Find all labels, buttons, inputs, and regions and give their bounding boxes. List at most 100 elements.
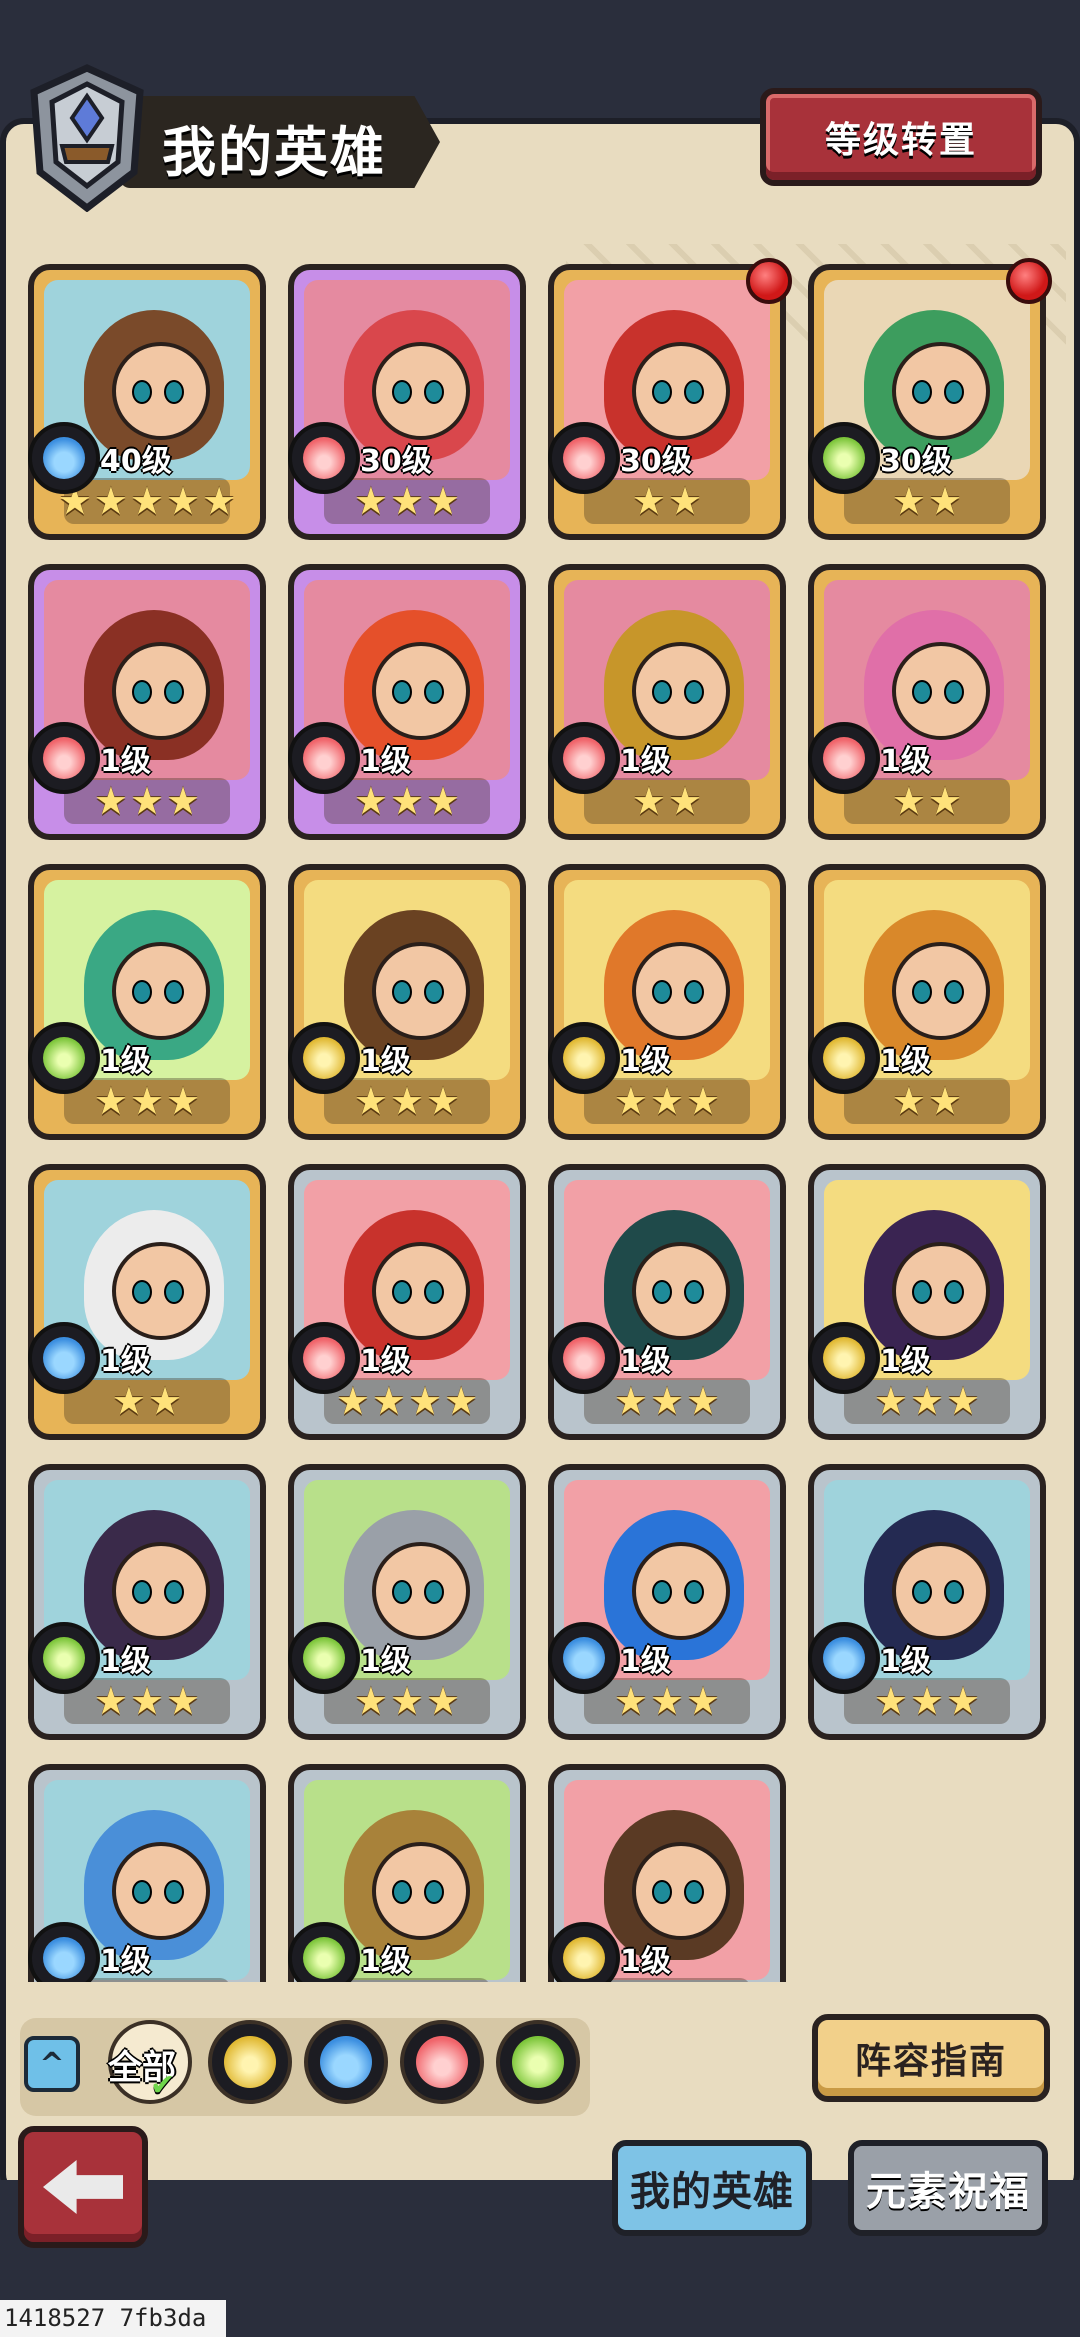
star-icon: ★ <box>873 1379 908 1423</box>
hero-eye <box>912 980 932 1004</box>
helmet-icon <box>30 64 144 212</box>
water-element-icon <box>28 422 100 494</box>
filter-water-button[interactable] <box>304 2020 388 2104</box>
tab-element-blessing[interactable]: 元素祝福 <box>848 2140 1048 2236</box>
hero-eye <box>392 1880 412 1904</box>
hero-card[interactable]: 1级 <box>548 1764 786 1982</box>
back-button[interactable] <box>18 2126 148 2248</box>
star-rating: ★ ★ ★ <box>584 1378 750 1424</box>
hero-card[interactable]: ★ ★ ★ 1级 <box>28 564 266 840</box>
star-rating: ★ ★ ★ <box>584 1078 750 1124</box>
hero-card[interactable]: ★ ★ 1级 <box>808 864 1046 1140</box>
hero-level: 1级 <box>100 1344 151 1379</box>
hero-eye <box>392 680 412 704</box>
star-rating: ★ ★ ★ ★ ★ <box>58 478 236 524</box>
hero-card[interactable]: ★ ★ ★ 1级 <box>548 1164 786 1440</box>
wind-element-icon <box>288 1622 360 1694</box>
star-icon: ★ <box>353 1679 388 1723</box>
star-rating: ★ ★ ★ <box>844 1378 1010 1424</box>
element-core <box>303 1037 345 1079</box>
hero-card[interactable]: ★ ★ 1级 <box>28 1164 266 1440</box>
hero-face <box>892 942 990 1040</box>
hero-card[interactable]: ★ ★ ★ 1级 <box>28 1464 266 1740</box>
hero-card[interactable]: ★ ★ ★ 1级 <box>808 1464 1046 1740</box>
hero-face <box>112 642 210 740</box>
star-icon: ★ <box>93 1679 128 1723</box>
hero-eye <box>652 1580 672 1604</box>
star-icon: ★ <box>928 779 963 823</box>
hero-card[interactable]: ★ ★ 30级 <box>548 258 792 540</box>
hero-eye <box>944 680 964 704</box>
hero-level: 1级 <box>360 1044 411 1079</box>
hero-card[interactable]: ★ ★ 1级 <box>548 564 786 840</box>
hero-eye <box>684 980 704 1004</box>
hero-eye <box>912 1580 932 1604</box>
hero-grid: ★ ★ ★ ★ ★ 40级 ★ ★ ★ 30级 ★ ★ 30级 ★ ★ 30级 ★ ★ ★ 1级 ★ ★ ★ 1级 ★ ★ 1级 ★ ★… <box>0 250 1080 1982</box>
hero-card[interactable]: ★ ★ ★ 1级 <box>28 864 266 1140</box>
hero-card[interactable]: ★ ★ ★ 1级 <box>288 564 526 840</box>
wind-element-icon <box>512 2036 564 2088</box>
hero-eye <box>132 380 152 404</box>
hero-card[interactable]: ★ ★ 1级 <box>808 564 1046 840</box>
star-rating: ★ ★ <box>844 1078 1010 1124</box>
hero-card[interactable]: ★ ★ ★ 1级 <box>288 1464 526 1740</box>
star-icon: ★ <box>631 479 666 523</box>
hero-card[interactable]: ★ ★ ★ 1级 <box>288 864 526 1140</box>
earth-element-icon <box>808 1022 880 1094</box>
hero-eye <box>912 380 932 404</box>
hero-eye <box>392 980 412 1004</box>
star-icon: ★ <box>891 1079 926 1123</box>
hero-eye <box>424 380 444 404</box>
hero-eye <box>944 380 964 404</box>
star-icon: ★ <box>649 1079 685 1123</box>
hero-eye <box>684 1880 704 1904</box>
star-icon: ★ <box>873 1679 908 1723</box>
star-icon: ★ <box>613 1679 648 1723</box>
collapse-toggle-button[interactable]: ^ <box>24 2036 80 2092</box>
hero-level: 1级 <box>620 1344 671 1379</box>
star-icon: ★ <box>166 479 201 523</box>
hero-face <box>632 642 730 740</box>
hero-eye <box>132 1280 152 1304</box>
hero-card[interactable]: ★ ★ ★ 1级 <box>808 1164 1046 1440</box>
element-core <box>563 437 605 479</box>
hero-face <box>112 1242 210 1340</box>
fire-element-icon <box>548 422 620 494</box>
level-reset-button[interactable]: 等级转置 <box>760 88 1042 186</box>
star-rating: ★ ★ <box>584 778 750 824</box>
star-icon: ★ <box>353 1079 388 1123</box>
element-core <box>563 1037 605 1079</box>
hero-card[interactable]: ★ ★ ★ 1级 <box>548 1464 786 1740</box>
element-core <box>43 1937 85 1979</box>
hero-face <box>372 1842 470 1940</box>
tab-my-heroes[interactable]: 我的英雄 <box>612 2140 812 2236</box>
hero-card[interactable]: 1级 <box>28 1764 266 1982</box>
star-icon: ★ <box>426 1679 461 1723</box>
hero-face <box>372 1542 470 1640</box>
hero-eye <box>424 680 444 704</box>
star-icon: ★ <box>649 1679 685 1723</box>
fire-element-icon <box>808 722 880 794</box>
hero-card[interactable]: ★ ★ ★ ★ 1级 <box>288 1164 526 1440</box>
hero-grid-viewport[interactable]: ★ ★ ★ ★ ★ 40级 ★ ★ ★ 30级 ★ ★ 30级 ★ ★ 30级 ★ ★ ★ 1级 ★ ★ ★ 1级 ★ ★ 1级 ★ ★… <box>0 250 1080 1982</box>
hero-eye <box>652 380 672 404</box>
filter-earth-button[interactable] <box>208 2020 292 2104</box>
hero-face <box>632 1842 730 1940</box>
hero-eye <box>132 1880 152 1904</box>
star-icon: ★ <box>668 479 703 523</box>
star-icon: ★ <box>93 1079 128 1123</box>
star-icon: ★ <box>426 479 461 523</box>
hero-card[interactable]: ★ ★ ★ 30级 <box>288 264 526 540</box>
hero-level: 1级 <box>100 1044 151 1079</box>
star-icon: ★ <box>631 779 666 823</box>
fire-element-icon <box>288 422 360 494</box>
filter-fire-button[interactable] <box>400 2020 484 2104</box>
filter-wind-button[interactable] <box>496 2020 580 2104</box>
hero-card[interactable]: 1级 <box>288 1764 526 1982</box>
hero-face <box>632 1242 730 1340</box>
hero-card[interactable]: ★ ★ ★ 1级 <box>548 864 786 1140</box>
hero-card[interactable]: ★ ★ 30级 <box>808 258 1052 540</box>
element-core <box>303 1937 345 1979</box>
hero-card[interactable]: ★ ★ ★ ★ ★ 40级 <box>28 264 266 540</box>
lineup-guide-button[interactable]: 阵容指南 <box>812 2014 1050 2102</box>
